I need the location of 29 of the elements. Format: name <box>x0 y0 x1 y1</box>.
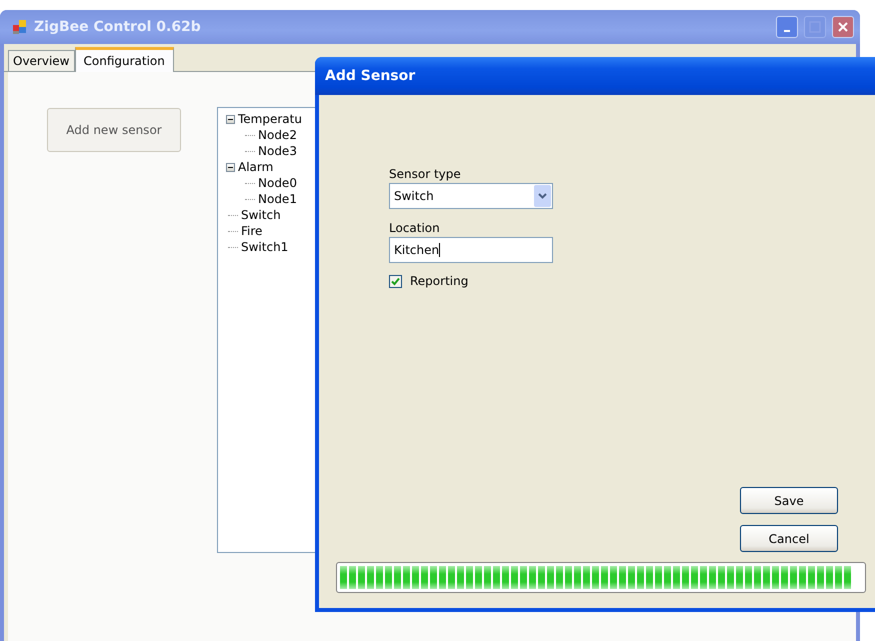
dialog-button[interactable]: Cancel <box>740 525 838 552</box>
reporting-checkbox[interactable] <box>389 274 402 288</box>
dialog-title: Add Sensor <box>325 68 416 84</box>
field-label: Sensor type <box>389 167 462 183</box>
dialog-button[interactable]: Save <box>740 487 838 514</box>
app-icon <box>12 19 28 35</box>
tree-item[interactable]: Node2 <box>258 128 297 142</box>
tree-item[interactable]: Switch <box>241 208 281 222</box>
collapse-icon[interactable] <box>226 114 235 124</box>
tab[interactable]: Overview <box>8 50 74 71</box>
tree-item[interactable]: Alarm <box>238 160 274 174</box>
add-sensor-button[interactable]: Add new sensor <box>47 108 181 152</box>
checkbox-label: Reporting <box>410 274 468 288</box>
field-label: Location <box>389 221 441 237</box>
close-icon <box>837 21 849 33</box>
close-button[interactable] <box>832 16 854 38</box>
minimize-button[interactable] <box>776 16 798 38</box>
tab[interactable]: Configuration <box>74 47 174 72</box>
location-field[interactable]: Kitchen <box>389 237 553 263</box>
window-title: ZigBee Control 0.62b <box>34 19 201 35</box>
tree-item[interactable]: Switch1 <box>241 240 288 254</box>
tree-item[interactable]: Node0 <box>258 176 297 190</box>
collapse-icon[interactable] <box>226 162 235 172</box>
tree-item[interactable]: Fire <box>241 224 262 238</box>
sensor-type-dropdown[interactable]: Switch <box>389 183 553 209</box>
tree-item[interactable]: Node1 <box>258 192 297 206</box>
minimize-icon <box>784 30 790 32</box>
tree-item[interactable]: Node3 <box>258 144 297 158</box>
tree-item[interactable]: Temperatu <box>238 112 302 126</box>
